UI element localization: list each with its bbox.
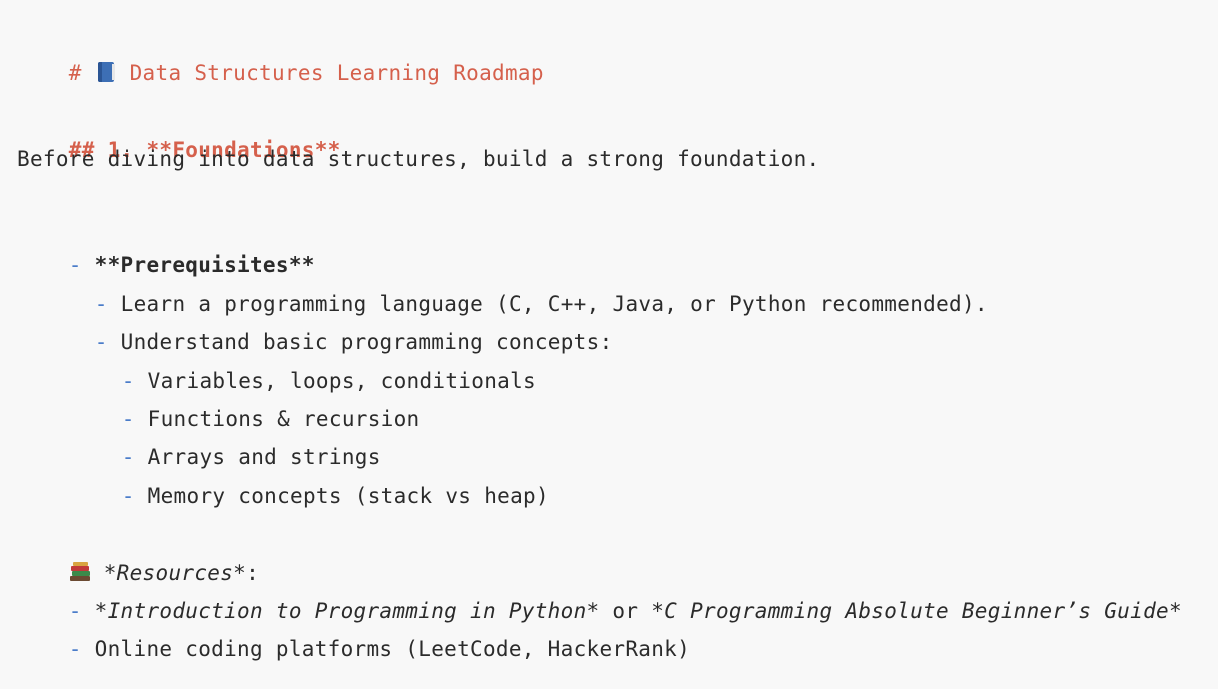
list-item: - Understand basic programming concepts:	[43, 297, 613, 354]
section-heading: ## 1. **Foundations**	[17, 105, 341, 162]
list-item: - Arrays and strings	[70, 412, 381, 469]
list-marker: -	[68, 637, 95, 661]
list-item: - Learn a programming language (C, C++, …	[43, 259, 988, 316]
list-item: - Memory concepts (stack vs heap)	[70, 451, 549, 508]
blue-book-icon	[95, 61, 117, 83]
list-marker: -	[121, 484, 148, 508]
list-item: - Functions & recursion	[70, 374, 419, 431]
list-item: - Variables, loops, conditionals	[70, 336, 536, 393]
markdown-editor[interactable]: # Data Structures Learning Roadmap ## 1.…	[0, 0, 1218, 689]
title-text: Data Structures Learning Roadmap	[116, 61, 544, 85]
document-title: # Data Structures Learning Roadmap	[17, 28, 544, 85]
resource-item: - *Introduction to Programming in Python…	[17, 566, 1182, 623]
list-item-text: Memory concepts (stack vs heap)	[147, 484, 549, 508]
resource-text: Online coding platforms (LeetCode, Hacke…	[94, 637, 691, 661]
prerequisites-item: - **Prerequisites**	[17, 220, 315, 277]
resources-heading: *Resources*:	[17, 528, 259, 585]
resource-book-title: *C Programming Absolute Beginner’s Guide…	[651, 599, 1182, 623]
resource-item: - Online coding platforms (LeetCode, Hac…	[17, 604, 690, 661]
heading-marker: #	[68, 61, 95, 85]
intro-paragraph: Before diving into data structures, buil…	[17, 147, 820, 171]
